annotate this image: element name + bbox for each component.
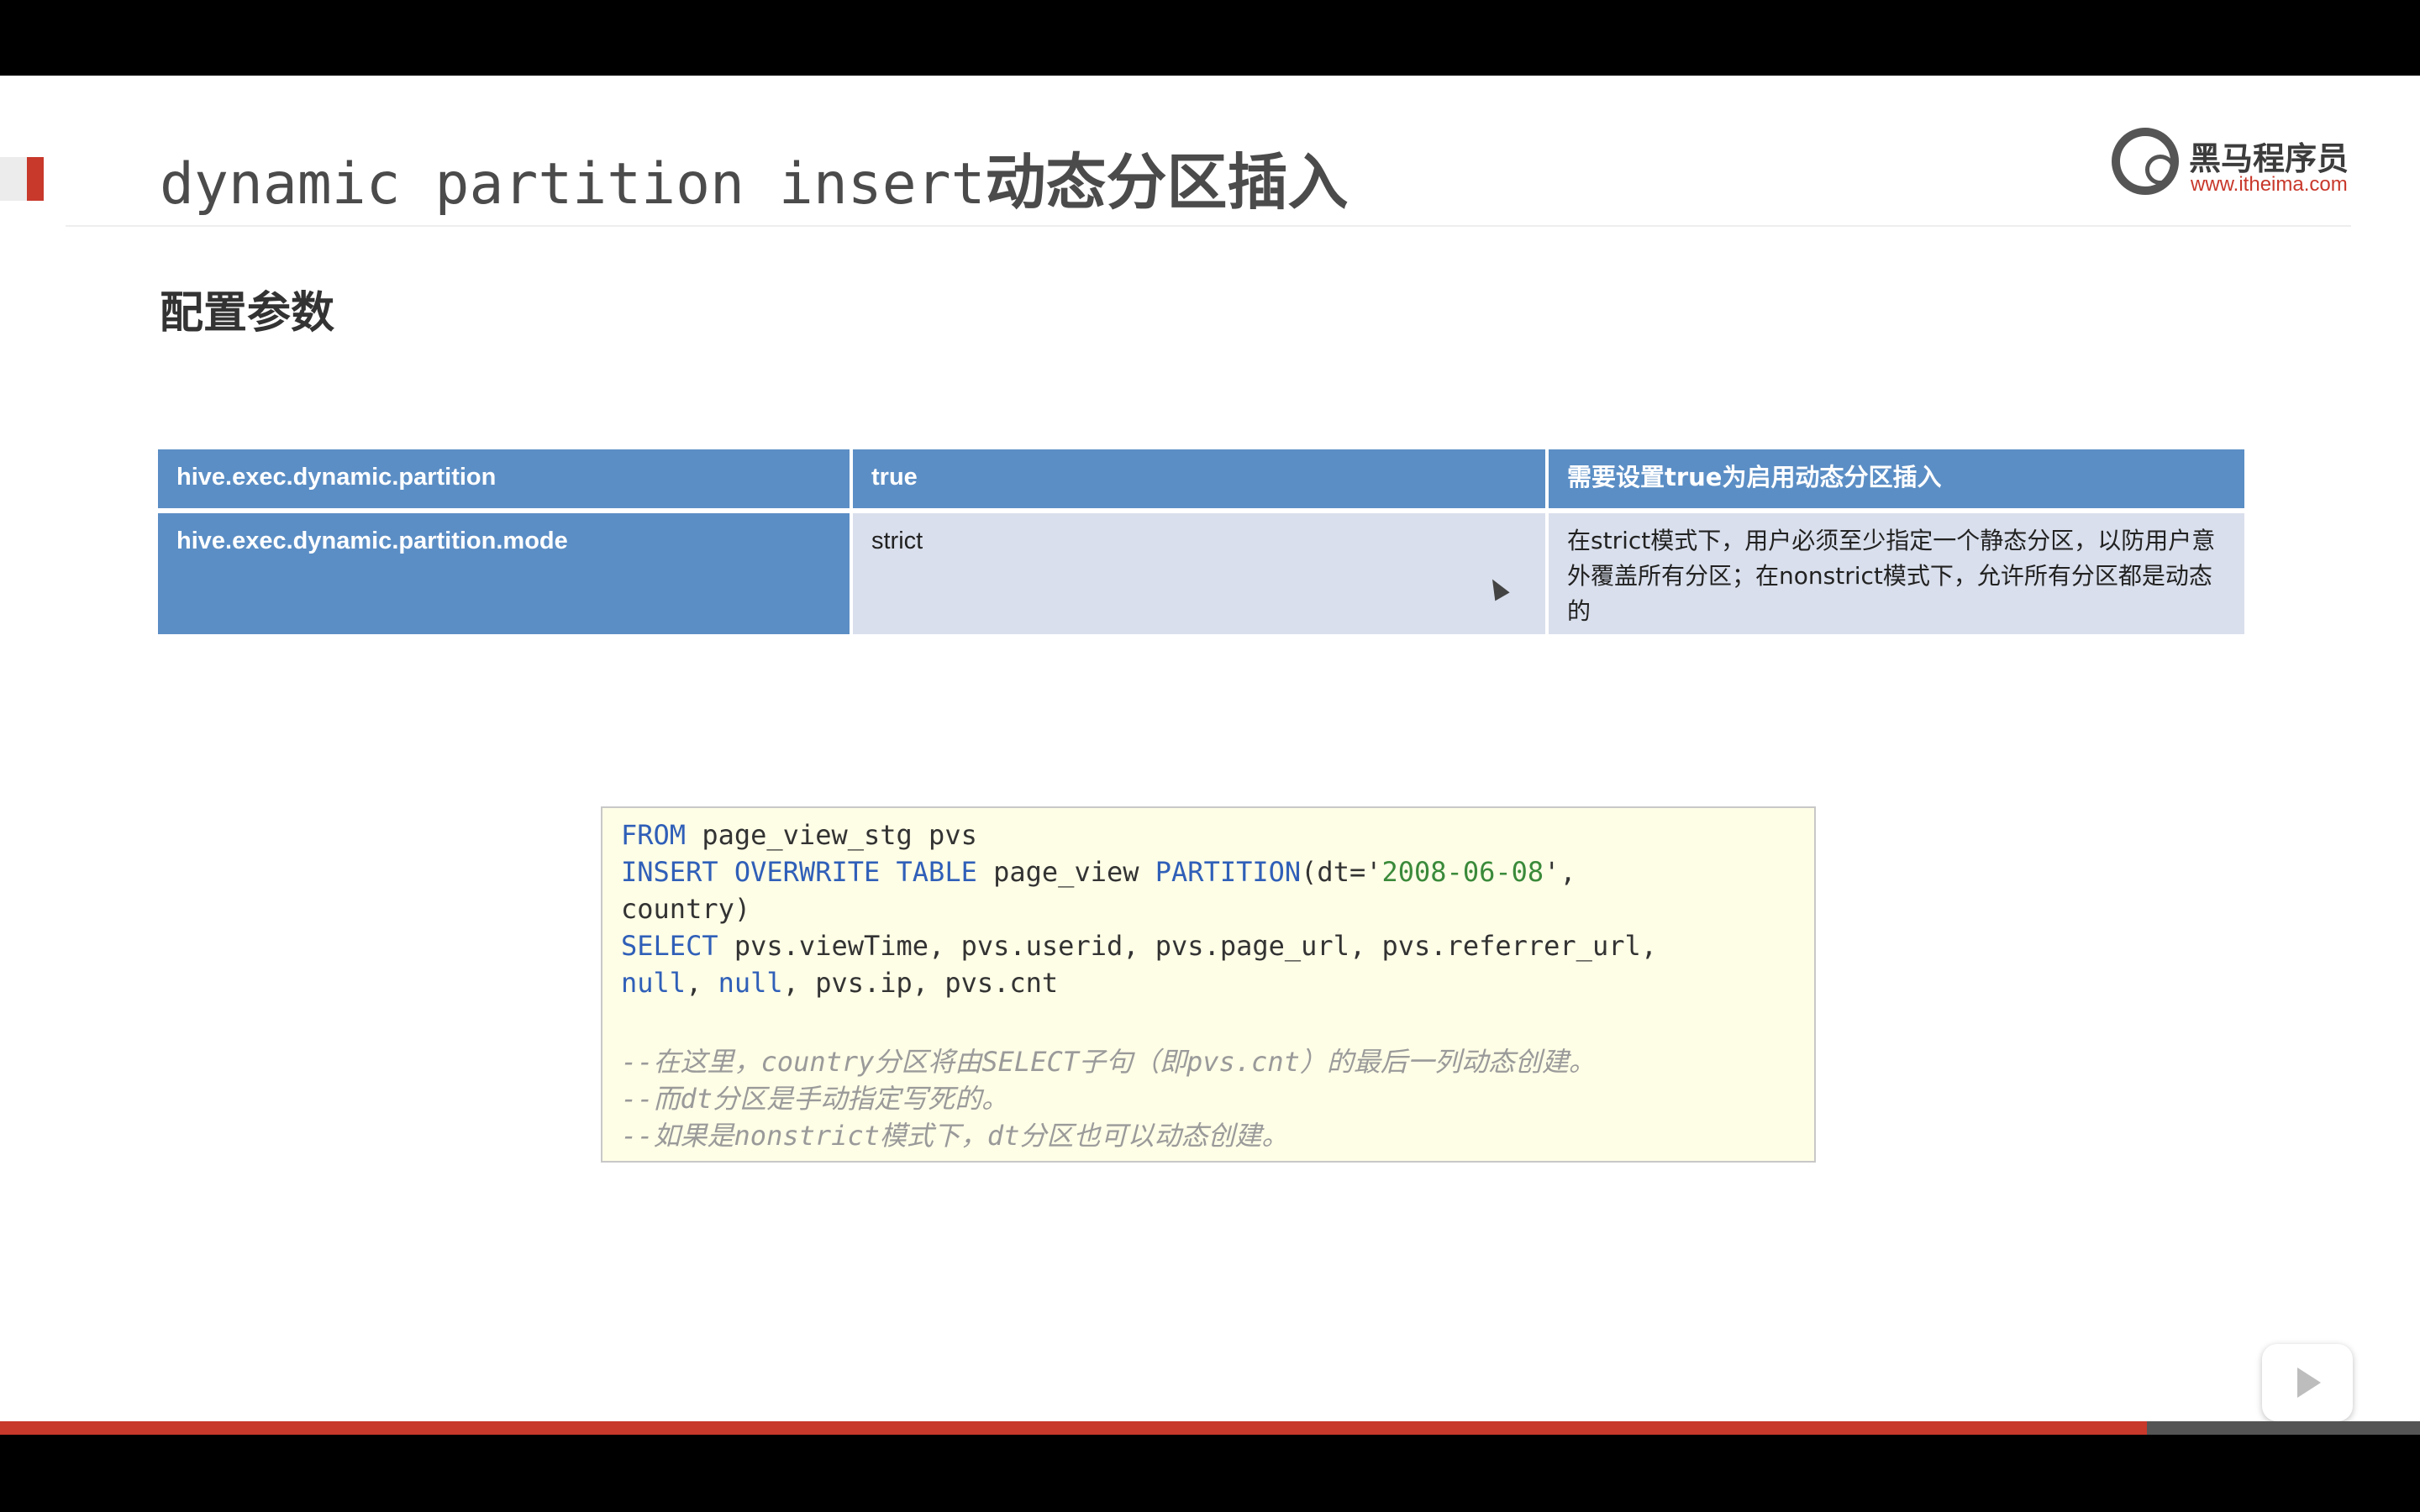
logo-brand-text: 黑马程序员 — [2189, 140, 2349, 177]
play-button[interactable] — [2262, 1344, 2353, 1421]
table-row: hive.exec.dynamic.partition true 需要设置tru… — [158, 449, 2244, 513]
param-value-cell: true — [853, 449, 1549, 513]
section-heading: 配置参数 — [160, 288, 335, 339]
code-line: country) — [621, 893, 751, 925]
code-line: SELECT pvs.viewTime, pvs.userid, pvs.pag… — [621, 930, 1657, 962]
param-name-cell: hive.exec.dynamic.partition.mode — [158, 513, 853, 639]
slide: dynamic partition insert动态分区插入 黑马程序员 www… — [0, 76, 2420, 1421]
code-line: FROM page_view_stg pvs — [621, 819, 977, 851]
logo-mark-icon — [2112, 128, 2179, 195]
config-table: hive.exec.dynamic.partition true 需要设置tru… — [158, 449, 2244, 639]
code-comment: --如果是nonstrict模式下，dt分区也可以动态创建。 — [621, 1120, 1289, 1152]
code-comment: --而dt分区是手动指定写死的。 — [621, 1083, 1009, 1115]
title-divider — [66, 225, 2351, 227]
brand-logo: 黑马程序员 www.itheima.com — [2105, 126, 2357, 210]
title-cn: 动态分区插入 — [985, 147, 1349, 218]
video-progress-bar[interactable] — [0, 1421, 2420, 1435]
progress-fill — [0, 1421, 2147, 1435]
play-icon — [2297, 1368, 2321, 1398]
title-en: dynamic partition insert — [160, 151, 986, 218]
param-name-cell: hive.exec.dynamic.partition — [158, 449, 853, 513]
title-accent-bar — [0, 157, 44, 201]
param-desc-cell: 在strict模式下，用户必须至少指定一个静态分区，以防用户意外覆盖所有分区；在… — [1549, 513, 2244, 639]
table-row: hive.exec.dynamic.partition.mode strict … — [158, 513, 2244, 639]
code-line: null, null, pvs.ip, pvs.cnt — [621, 967, 1059, 999]
code-block: FROM page_view_stg pvs INSERT OVERWRITE T… — [601, 806, 1816, 1163]
slide-title: dynamic partition insert动态分区插入 — [160, 136, 1349, 228]
logo-url-text: www.itheima.com — [2191, 173, 2348, 196]
param-desc-cell: 需要设置true为启用动态分区插入 — [1549, 449, 2244, 513]
code-line: INSERT OVERWRITE TABLE page_view PARTITI… — [621, 856, 1576, 888]
param-value-cell: strict — [853, 513, 1549, 639]
code-comment: --在这里，country分区将由SELECT子句（即pvs.cnt）的最后一列… — [621, 1046, 1596, 1078]
